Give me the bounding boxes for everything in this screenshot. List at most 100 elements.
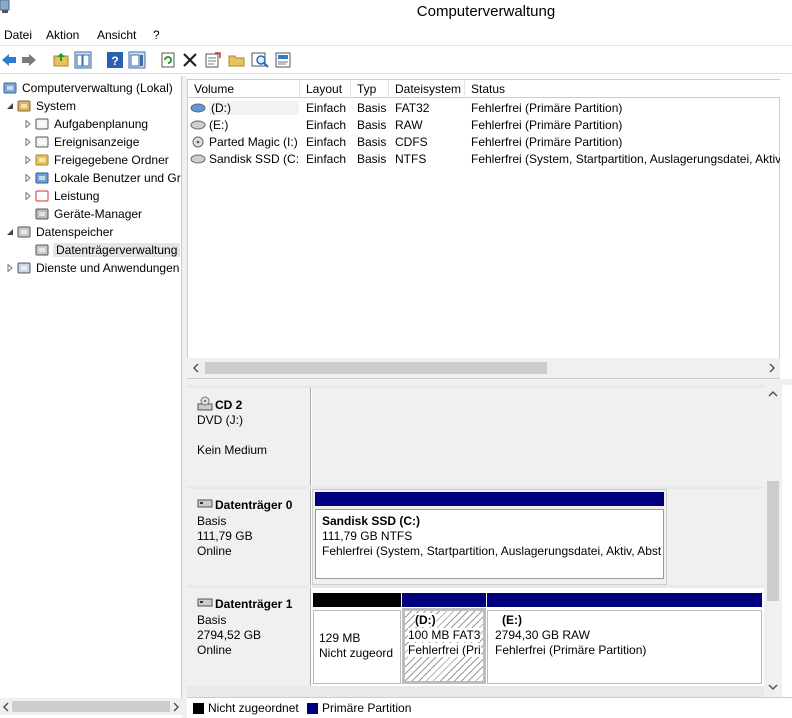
- navigation-tree: Computerverwaltung (Lokal) System Aufgaben…: [0, 76, 182, 698]
- scroll-right-icon[interactable]: [768, 363, 776, 373]
- tree-item-disk-management[interactable]: Datenträgerverwaltung: [0, 241, 181, 259]
- expanded-chevron-icon[interactable]: [6, 102, 14, 110]
- menu-help[interactable]: ?: [153, 28, 160, 42]
- menu-aktion[interactable]: Aktion: [46, 28, 79, 42]
- partition-c-box[interactable]: Sandisk SSD (C:) 111,79 GB NTFS Fehlerfr…: [315, 509, 664, 579]
- disk-row-disk1: Datenträger 1 Basis 2794,52 GB Online 12…: [187, 588, 764, 686]
- partition-c-bar: [315, 492, 664, 506]
- disk-vertical-scrollbar[interactable]: [764, 385, 782, 697]
- scroll-up-icon[interactable]: [768, 390, 778, 398]
- table-row[interactable]: Sandisk SSD (C:) Einfach Basis NTFS Fehlerfr…: [188, 150, 781, 167]
- up-folder-icon[interactable]: [52, 51, 70, 69]
- column-header-typ[interactable]: Typ: [351, 80, 389, 98]
- column-header-layout[interactable]: Layout: [300, 80, 351, 98]
- volume-list: Volume Layout Typ Dateisystem Status (D:…: [187, 79, 781, 379]
- scroll-left-icon[interactable]: [192, 363, 200, 373]
- cd2-empty-area: [312, 388, 764, 486]
- menu-ansicht[interactable]: Ansicht: [97, 28, 136, 42]
- disk-management-icon: [35, 244, 49, 256]
- local-users-icon: [35, 172, 49, 184]
- legend-bar: Nicht zugeordnet Primäre Partition: [187, 697, 792, 718]
- list-horizontal-scrollbar[interactable]: [187, 358, 780, 378]
- tree-item-services[interactable]: Dienste und Anwendungen: [0, 259, 181, 277]
- disk-label-disk1[interactable]: Datenträger 1 Basis 2794,52 GB Online: [187, 588, 311, 686]
- partition-title: Sandisk SSD (C:): [322, 514, 421, 528]
- table-row[interactable]: (E:) Einfach Basis RAW Fehlerfrei (Primäre P…: [188, 116, 781, 133]
- tree-item-system-tools[interactable]: System: [0, 97, 181, 115]
- cell-layout: Einfach: [306, 118, 347, 132]
- tree-scroll-thumb[interactable]: [12, 701, 170, 712]
- tree-item-event-viewer[interactable]: Ereignisanzeige: [0, 133, 181, 151]
- forward-arrow-icon[interactable]: [20, 51, 38, 69]
- legend-label-primary: Primäre Partition: [322, 701, 412, 715]
- scroll-left-icon[interactable]: [2, 702, 10, 712]
- table-row[interactable]: (D:) Einfach Basis FAT32 Fehlerfrei (Primäre…: [188, 99, 781, 116]
- task-scheduler-icon: [35, 118, 49, 130]
- partition-d-box[interactable]: (D:) 100 MB FAT3 Fehlerfrei (Pri: [402, 608, 486, 684]
- cd-drive-icon: [197, 396, 213, 411]
- cell-layout: Einfach: [306, 101, 347, 115]
- disk-row-disk0: Datenträger 0 Basis 111,79 GB Online San…: [187, 489, 764, 585]
- tree-item-label: Freigegebene Ordner: [54, 153, 169, 167]
- collapsed-chevron-icon[interactable]: [24, 120, 32, 128]
- scroll-right-icon[interactable]: [172, 702, 180, 712]
- legend-swatch-primary: [307, 703, 318, 714]
- menu-datei[interactable]: Datei: [4, 28, 32, 42]
- device-manager-icon: [35, 208, 49, 220]
- action-pane-icon[interactable]: [128, 51, 146, 69]
- help-icon[interactable]: ?: [106, 51, 124, 69]
- cell-volume: (D:): [209, 101, 299, 115]
- show-hide-tree-icon[interactable]: [74, 51, 92, 69]
- search-icon[interactable]: [251, 51, 269, 69]
- tree-item-local-users[interactable]: Lokale Benutzer und Gru: [0, 169, 181, 187]
- tree-item-computer-management[interactable]: Computerverwaltung (Lokal): [0, 79, 181, 97]
- column-header-status[interactable]: Status: [465, 80, 781, 98]
- tree-item-label: Aufgabenplanung: [54, 117, 149, 131]
- disk-scroll-thumb[interactable]: [767, 481, 779, 601]
- delete-icon[interactable]: [181, 51, 199, 69]
- open-icon[interactable]: [204, 51, 222, 69]
- partition-e-box[interactable]: (E:) 2794,30 GB RAW Fehlerfrei (Primäre …: [487, 610, 762, 684]
- collapsed-chevron-icon[interactable]: [6, 264, 14, 272]
- tree-horizontal-scrollbar[interactable]: [0, 698, 182, 715]
- cell-status: Fehlerfrei (System, Startpartition, Ausl…: [471, 152, 781, 166]
- tree-item-task-scheduler[interactable]: Aufgabenplanung: [0, 115, 181, 133]
- back-arrow-icon[interactable]: [0, 51, 18, 69]
- table-row[interactable]: Parted Magic (I:) Einfach Basis CDFS Fehlerf…: [188, 133, 781, 150]
- disk-label-disk0[interactable]: Datenträger 0 Basis 111,79 GB Online: [187, 489, 311, 585]
- partition-status: Fehlerfrei (System, Startpartition, Ausl…: [322, 544, 662, 558]
- disk-name: CD 2: [215, 398, 243, 412]
- tree-item-shared-folders[interactable]: Freigegebene Ordner: [0, 151, 181, 169]
- collapsed-chevron-icon[interactable]: [24, 192, 32, 200]
- partition-size: 111,79 GB NTFS: [322, 529, 413, 543]
- cd-volume-icon: [192, 136, 204, 148]
- cell-layout: Einfach: [306, 152, 347, 166]
- properties-icon[interactable]: [274, 51, 292, 69]
- folder-open-icon[interactable]: [228, 51, 246, 69]
- tree-item-device-manager[interactable]: Geräte-Manager: [0, 205, 181, 223]
- partition-e[interactable]: (E:) 2794,30 GB RAW Fehlerfrei (Primäre …: [487, 591, 763, 686]
- disk-state: Kein Medium: [197, 443, 268, 457]
- title-bar: Computerverwaltung: [0, 0, 792, 24]
- svg-text:?: ?: [111, 54, 118, 68]
- column-header-dateisystem[interactable]: Dateisystem: [389, 80, 465, 98]
- partition-d[interactable]: (D:) 100 MB FAT3 Fehlerfrei (Pri: [402, 591, 486, 686]
- collapsed-chevron-icon[interactable]: [24, 174, 32, 182]
- column-header-volume[interactable]: Volume: [188, 80, 300, 98]
- collapsed-chevron-icon[interactable]: [24, 156, 32, 164]
- scroll-down-icon[interactable]: [768, 683, 778, 691]
- tree-item-storage[interactable]: Datenspeicher: [0, 223, 181, 241]
- disk-label-cd2[interactable]: CD 2 DVD (J:) Kein Medium: [187, 388, 311, 486]
- disk-type: DVD (J:): [197, 413, 243, 427]
- partition-unallocated[interactable]: 129 MB Nicht zugeord: [312, 591, 402, 686]
- expanded-chevron-icon[interactable]: [6, 228, 14, 236]
- unallocated-bar: [313, 593, 401, 607]
- list-scroll-thumb[interactable]: [205, 362, 547, 374]
- collapsed-chevron-icon[interactable]: [24, 138, 32, 146]
- unallocated-box[interactable]: 129 MB Nicht zugeord: [313, 610, 401, 684]
- tree-item-performance[interactable]: Leistung: [0, 187, 181, 205]
- partition-c[interactable]: Sandisk SSD (C:) 111,79 GB NTFS Fehlerfr…: [312, 489, 667, 585]
- refresh-icon[interactable]: [159, 51, 177, 69]
- event-viewer-icon: [35, 136, 49, 148]
- disk-state: Online: [197, 544, 232, 558]
